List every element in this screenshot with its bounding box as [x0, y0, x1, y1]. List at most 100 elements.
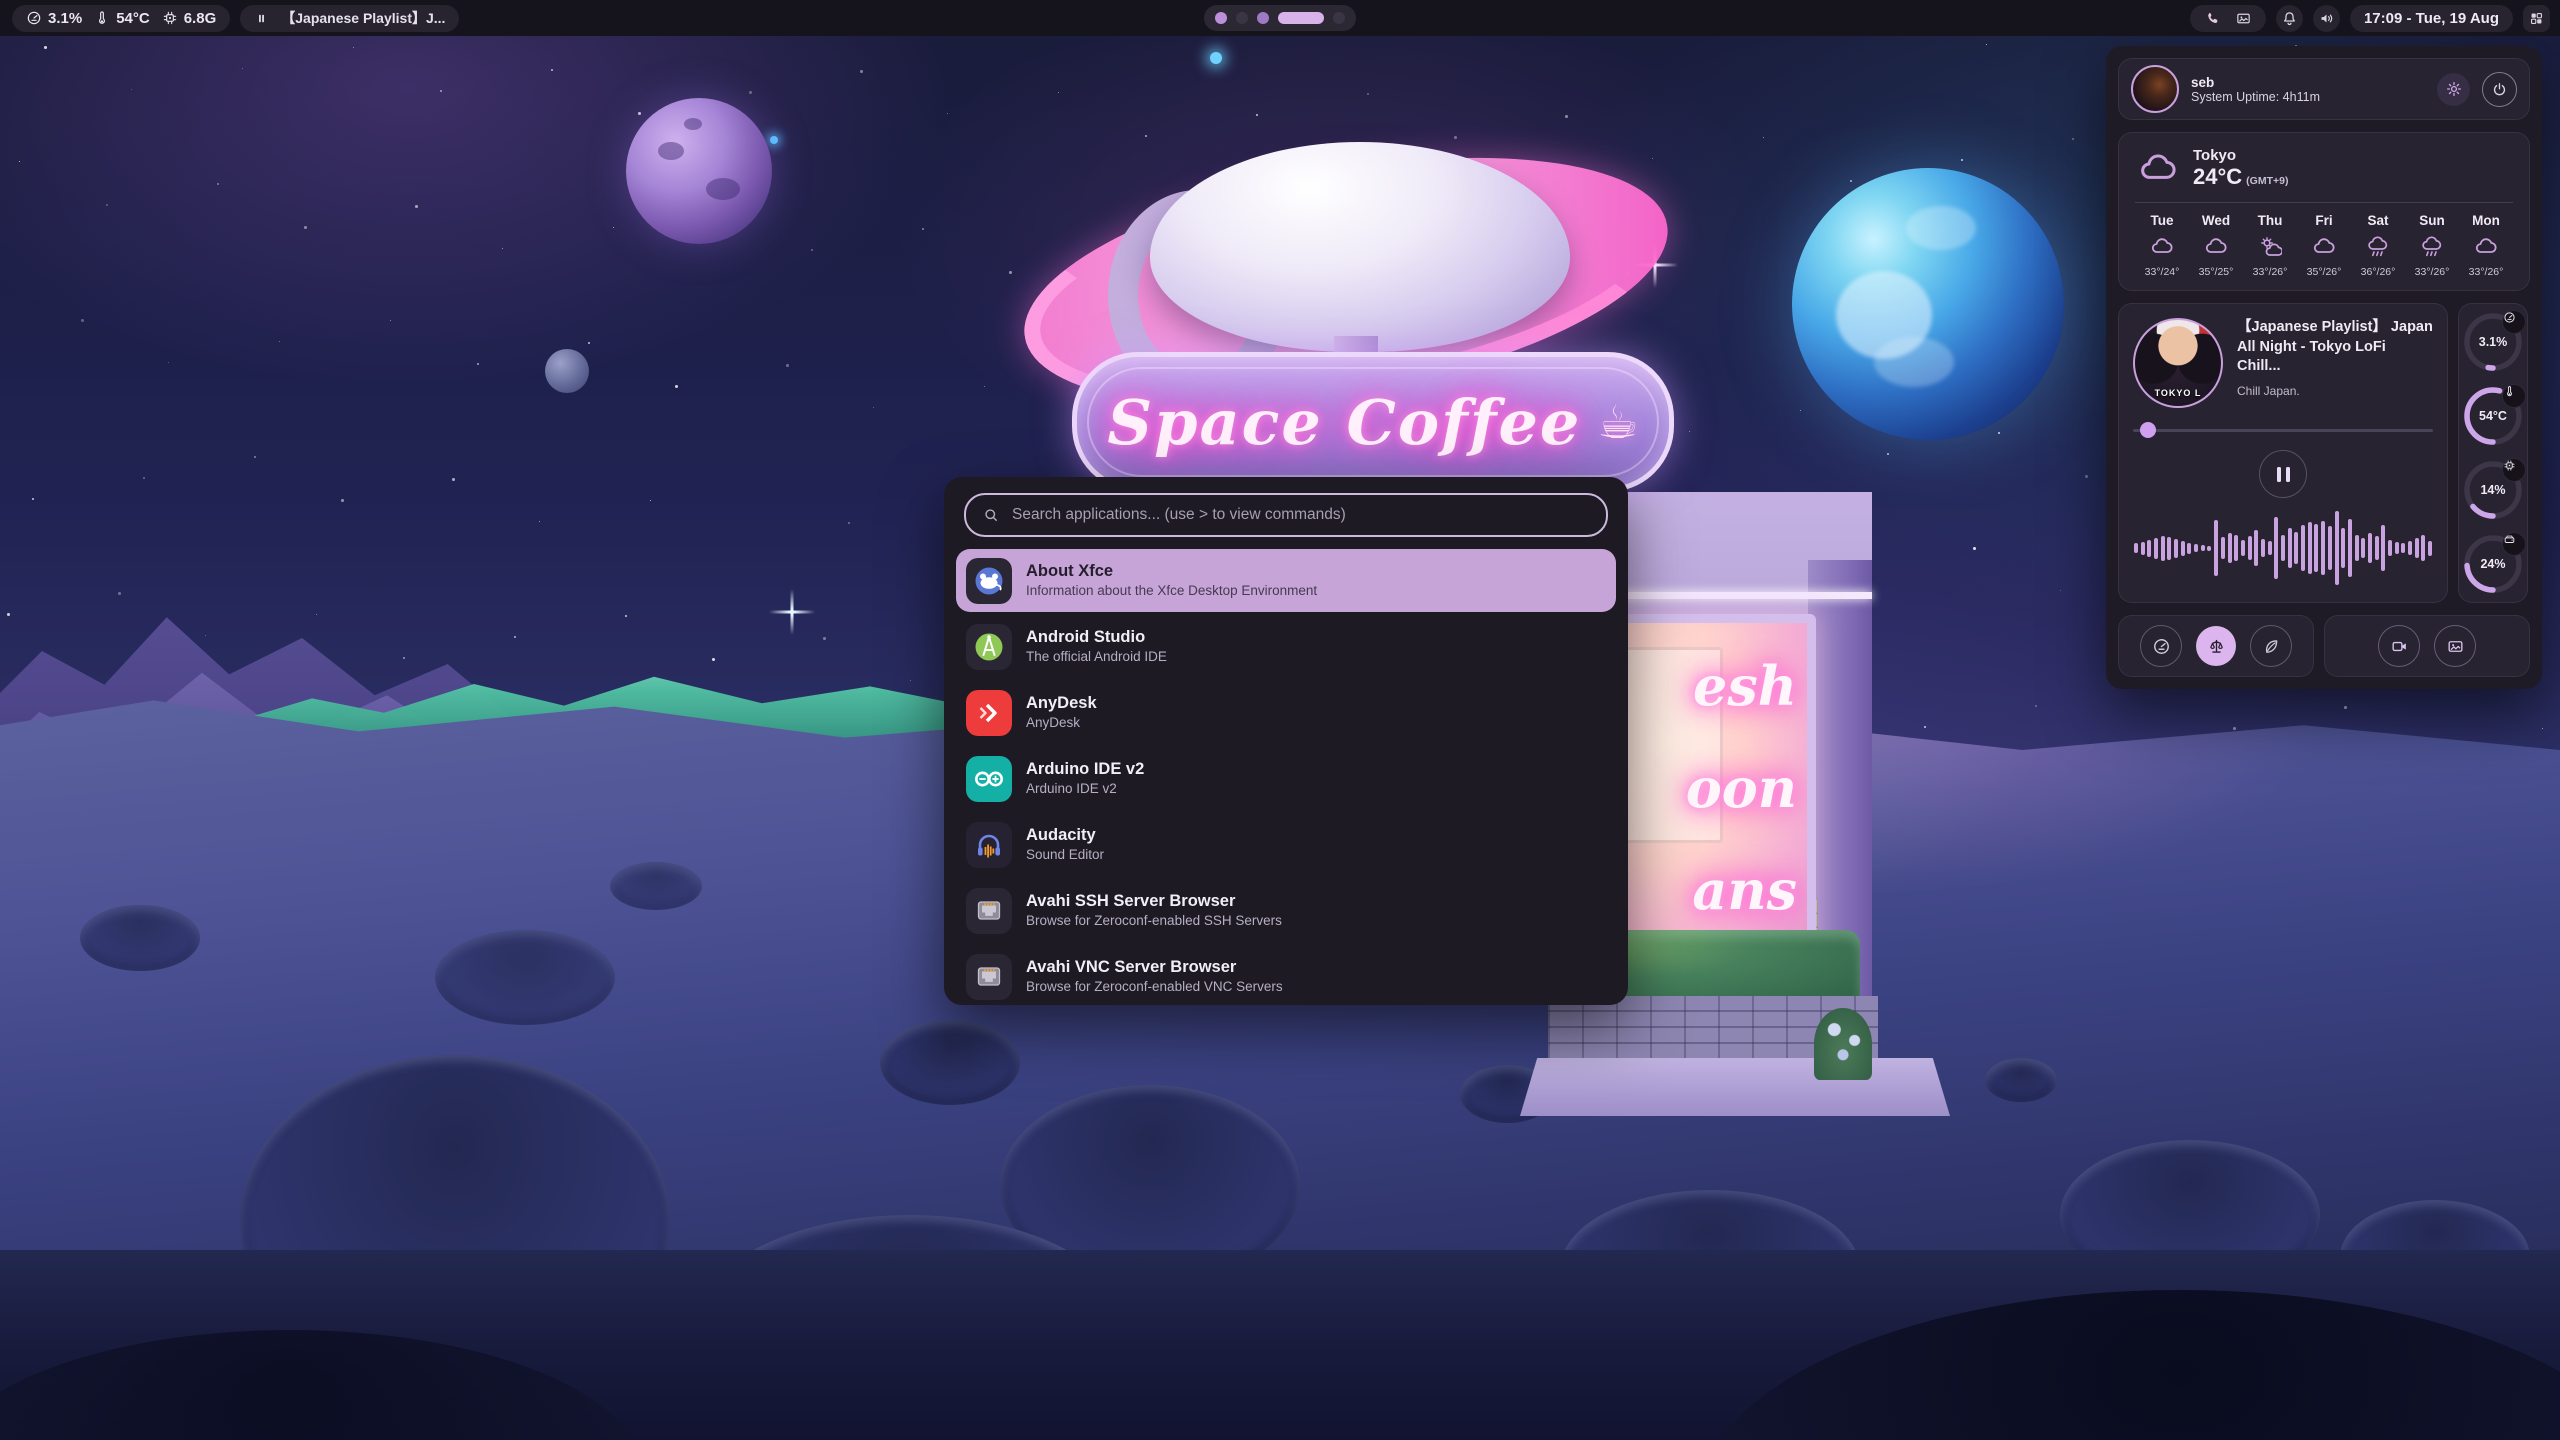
temp-gauge: 54°C: [2464, 387, 2522, 445]
workspace-dot[interactable]: [1215, 12, 1227, 24]
glow-star-blue-1: [1210, 52, 1222, 64]
app-name: AnyDesk: [1026, 693, 1097, 714]
forecast-temps: 35°/26°: [2297, 266, 2351, 278]
crater: [80, 905, 200, 971]
app-list-item-anydesk[interactable]: AnyDesk AnyDesk: [956, 681, 1616, 744]
small-moon: [545, 349, 589, 393]
player-progress-bar[interactable]: [2133, 422, 2433, 438]
settings-button[interactable]: [2437, 73, 2470, 106]
balanced-profile-button[interactable]: [2196, 626, 2236, 666]
shop-steps: [1520, 1058, 1950, 1116]
grid-icon: [2528, 10, 2545, 27]
crater: [435, 930, 615, 1025]
workspace-dot[interactable]: [1278, 12, 1324, 24]
app-name: Audacity: [1026, 825, 1104, 846]
forecast-temps: 33°/24°: [2135, 266, 2189, 278]
cloud-icon: [2459, 235, 2513, 259]
search-bar[interactable]: [964, 493, 1608, 537]
performance-profile-button[interactable]: [2140, 625, 2182, 667]
weather-temp: 24°C: [2193, 164, 2242, 189]
forecast-temps: 36°/26°: [2351, 266, 2405, 278]
cloud-icon: [2297, 235, 2351, 259]
top-bar: 3.1% 54°C 6.8G 【Japanese Playlist】J...: [0, 0, 2560, 36]
system-stats-pill: 3.1% 54°C 6.8G: [12, 5, 230, 32]
power-profile-card: [2118, 615, 2314, 677]
app-list-item-avahi-vnc[interactable]: Avahi VNC Server Browser Browse for Zero…: [956, 945, 1616, 1008]
app-name: Avahi VNC Server Browser: [1026, 957, 1283, 978]
temperature-stat: 54°C: [94, 10, 150, 27]
search-input[interactable]: [1010, 505, 1590, 525]
speedometer-icon: [2502, 310, 2526, 334]
arduino-icon: [966, 756, 1012, 802]
album-art: TOKYO L: [2133, 318, 2223, 408]
thermometer-icon: [2502, 384, 2526, 408]
window-neon-line-2: oon: [1686, 761, 1797, 815]
crater: [610, 862, 702, 910]
app-description: Arduino IDE v2: [1026, 780, 1144, 798]
rain-icon: [2405, 235, 2459, 259]
app-name: Avahi SSH Server Browser: [1026, 891, 1282, 912]
gear-icon: [2445, 80, 2463, 98]
space-coffee-sign: Space Coffee ☕: [1072, 352, 1674, 492]
android-studio-icon: [966, 624, 1012, 670]
workspace-dot[interactable]: [1257, 12, 1269, 24]
username: seb: [2191, 75, 2320, 90]
app-list-item-about-xfce[interactable]: About Xfce Information about the Xfce De…: [956, 549, 1616, 612]
user-card: seb System Uptime: 4h11m: [2118, 58, 2530, 120]
app-name: About Xfce: [1026, 561, 1317, 582]
flower-bush: [1814, 1008, 1872, 1080]
app-name: Arduino IDE v2: [1026, 759, 1144, 780]
bell-icon: [2281, 10, 2298, 27]
now-playing-pill[interactable]: 【Japanese Playlist】J...: [240, 5, 459, 32]
memory-stat: 6.8G: [162, 10, 217, 27]
player-progress-knob[interactable]: [2140, 422, 2156, 438]
cloud-icon: [2135, 235, 2189, 259]
purple-planet: [626, 98, 772, 244]
divider: [2135, 202, 2513, 203]
system-uptime: System Uptime: 4h11m: [2191, 90, 2320, 104]
speaker-icon: [2318, 10, 2335, 27]
tray-pill: [2190, 5, 2266, 32]
forecast-day: Sat: [2351, 213, 2405, 228]
volume-button[interactable]: [2313, 5, 2340, 32]
thermometer-icon: [94, 10, 110, 26]
wallpaper-icon[interactable]: [2235, 10, 2252, 27]
app-launcher: About Xfce Information about the Xfce De…: [944, 477, 1628, 1005]
clock-pill[interactable]: 17:09 - Tue, 19 Aug: [2350, 5, 2513, 32]
screenshot-button[interactable]: [2434, 625, 2476, 667]
crater: [1985, 1058, 2057, 1102]
app-list-item-audacity[interactable]: Audacity Sound Editor: [956, 813, 1616, 876]
earth: [1792, 168, 2064, 440]
audacity-icon: [966, 822, 1012, 868]
app-description: Information about the Xfce Desktop Envir…: [1026, 582, 1317, 600]
workspace-dot[interactable]: [1333, 12, 1345, 24]
app-list-item-arduino[interactable]: Arduino IDE v2 Arduino IDE v2: [956, 747, 1616, 810]
app-list-item-android-studio[interactable]: Android Studio The official Android IDE: [956, 615, 1616, 678]
speedometer-icon: [2152, 637, 2171, 656]
cloud-icon: [2189, 235, 2243, 259]
app-list-item-avahi-ssh[interactable]: Avahi SSH Server Browser Browse for Zero…: [956, 879, 1616, 942]
forecast-day: Fri: [2297, 213, 2351, 228]
screen-record-button[interactable]: [2378, 625, 2420, 667]
system-gauges-card: 3.1% 54°C 14% 24%: [2458, 303, 2528, 603]
glow-star-blue-2: [770, 136, 778, 144]
cpu-usage-stat: 3.1%: [26, 10, 82, 27]
chip-icon: [162, 10, 178, 26]
ram-gauge: 14%: [2464, 461, 2522, 519]
power-button[interactable]: [2482, 72, 2517, 107]
window-neon-line-3: ans: [1692, 863, 1797, 917]
weather-timezone: (GMT+9): [2246, 175, 2288, 187]
workspace-indicator[interactable]: [1204, 5, 1356, 31]
track-artist: Chill Japan.: [2237, 384, 2433, 398]
notifications-button[interactable]: [2276, 5, 2303, 32]
app-description: Browse for Zeroconf-enabled SSH Servers: [1026, 912, 1282, 930]
workspace-dot[interactable]: [1236, 12, 1248, 24]
network-port-icon: [966, 888, 1012, 934]
powersave-profile-button[interactable]: [2250, 625, 2292, 667]
phone-icon[interactable]: [2204, 10, 2221, 27]
cpu-gauge: 3.1%: [2464, 313, 2522, 371]
search-icon: [982, 506, 1000, 524]
rain-icon: [2351, 235, 2405, 259]
app-grid-button[interactable]: [2523, 5, 2550, 32]
pause-button[interactable]: [2259, 450, 2307, 498]
